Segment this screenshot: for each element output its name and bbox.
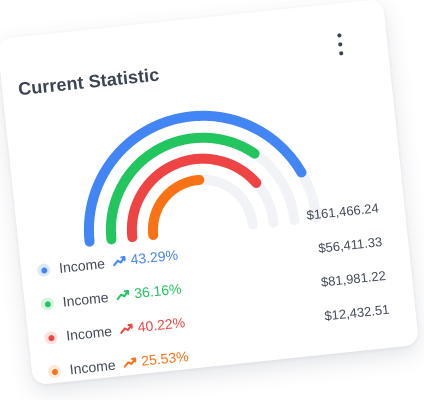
row-percent: 40.22% [136, 314, 186, 336]
card-title: Current Statistic [17, 64, 161, 100]
row-percent: 36.16% [133, 280, 183, 302]
row-label: Income [58, 255, 106, 276]
more-vertical-icon[interactable] [332, 33, 348, 56]
row-percent: 25.53% [140, 347, 190, 369]
legend-dot [47, 364, 62, 379]
trending-up-icon [116, 289, 130, 301]
row-percent: 43.29% [129, 246, 179, 268]
radial-chart [83, 110, 322, 247]
legend-dot [36, 262, 51, 278]
trending-up-icon [113, 256, 126, 267]
row-label: Income [68, 356, 117, 378]
statistic-card: Current Statistic Income 43.29% $161,466… [0, 0, 420, 386]
row-label: Income [61, 289, 110, 310]
legend-dot [40, 296, 55, 312]
trending-up-icon [120, 323, 133, 334]
arc-progress [147, 174, 205, 240]
trending-up-icon [123, 357, 137, 368]
legend-dot [43, 330, 59, 345]
row-label: Income [65, 322, 113, 344]
